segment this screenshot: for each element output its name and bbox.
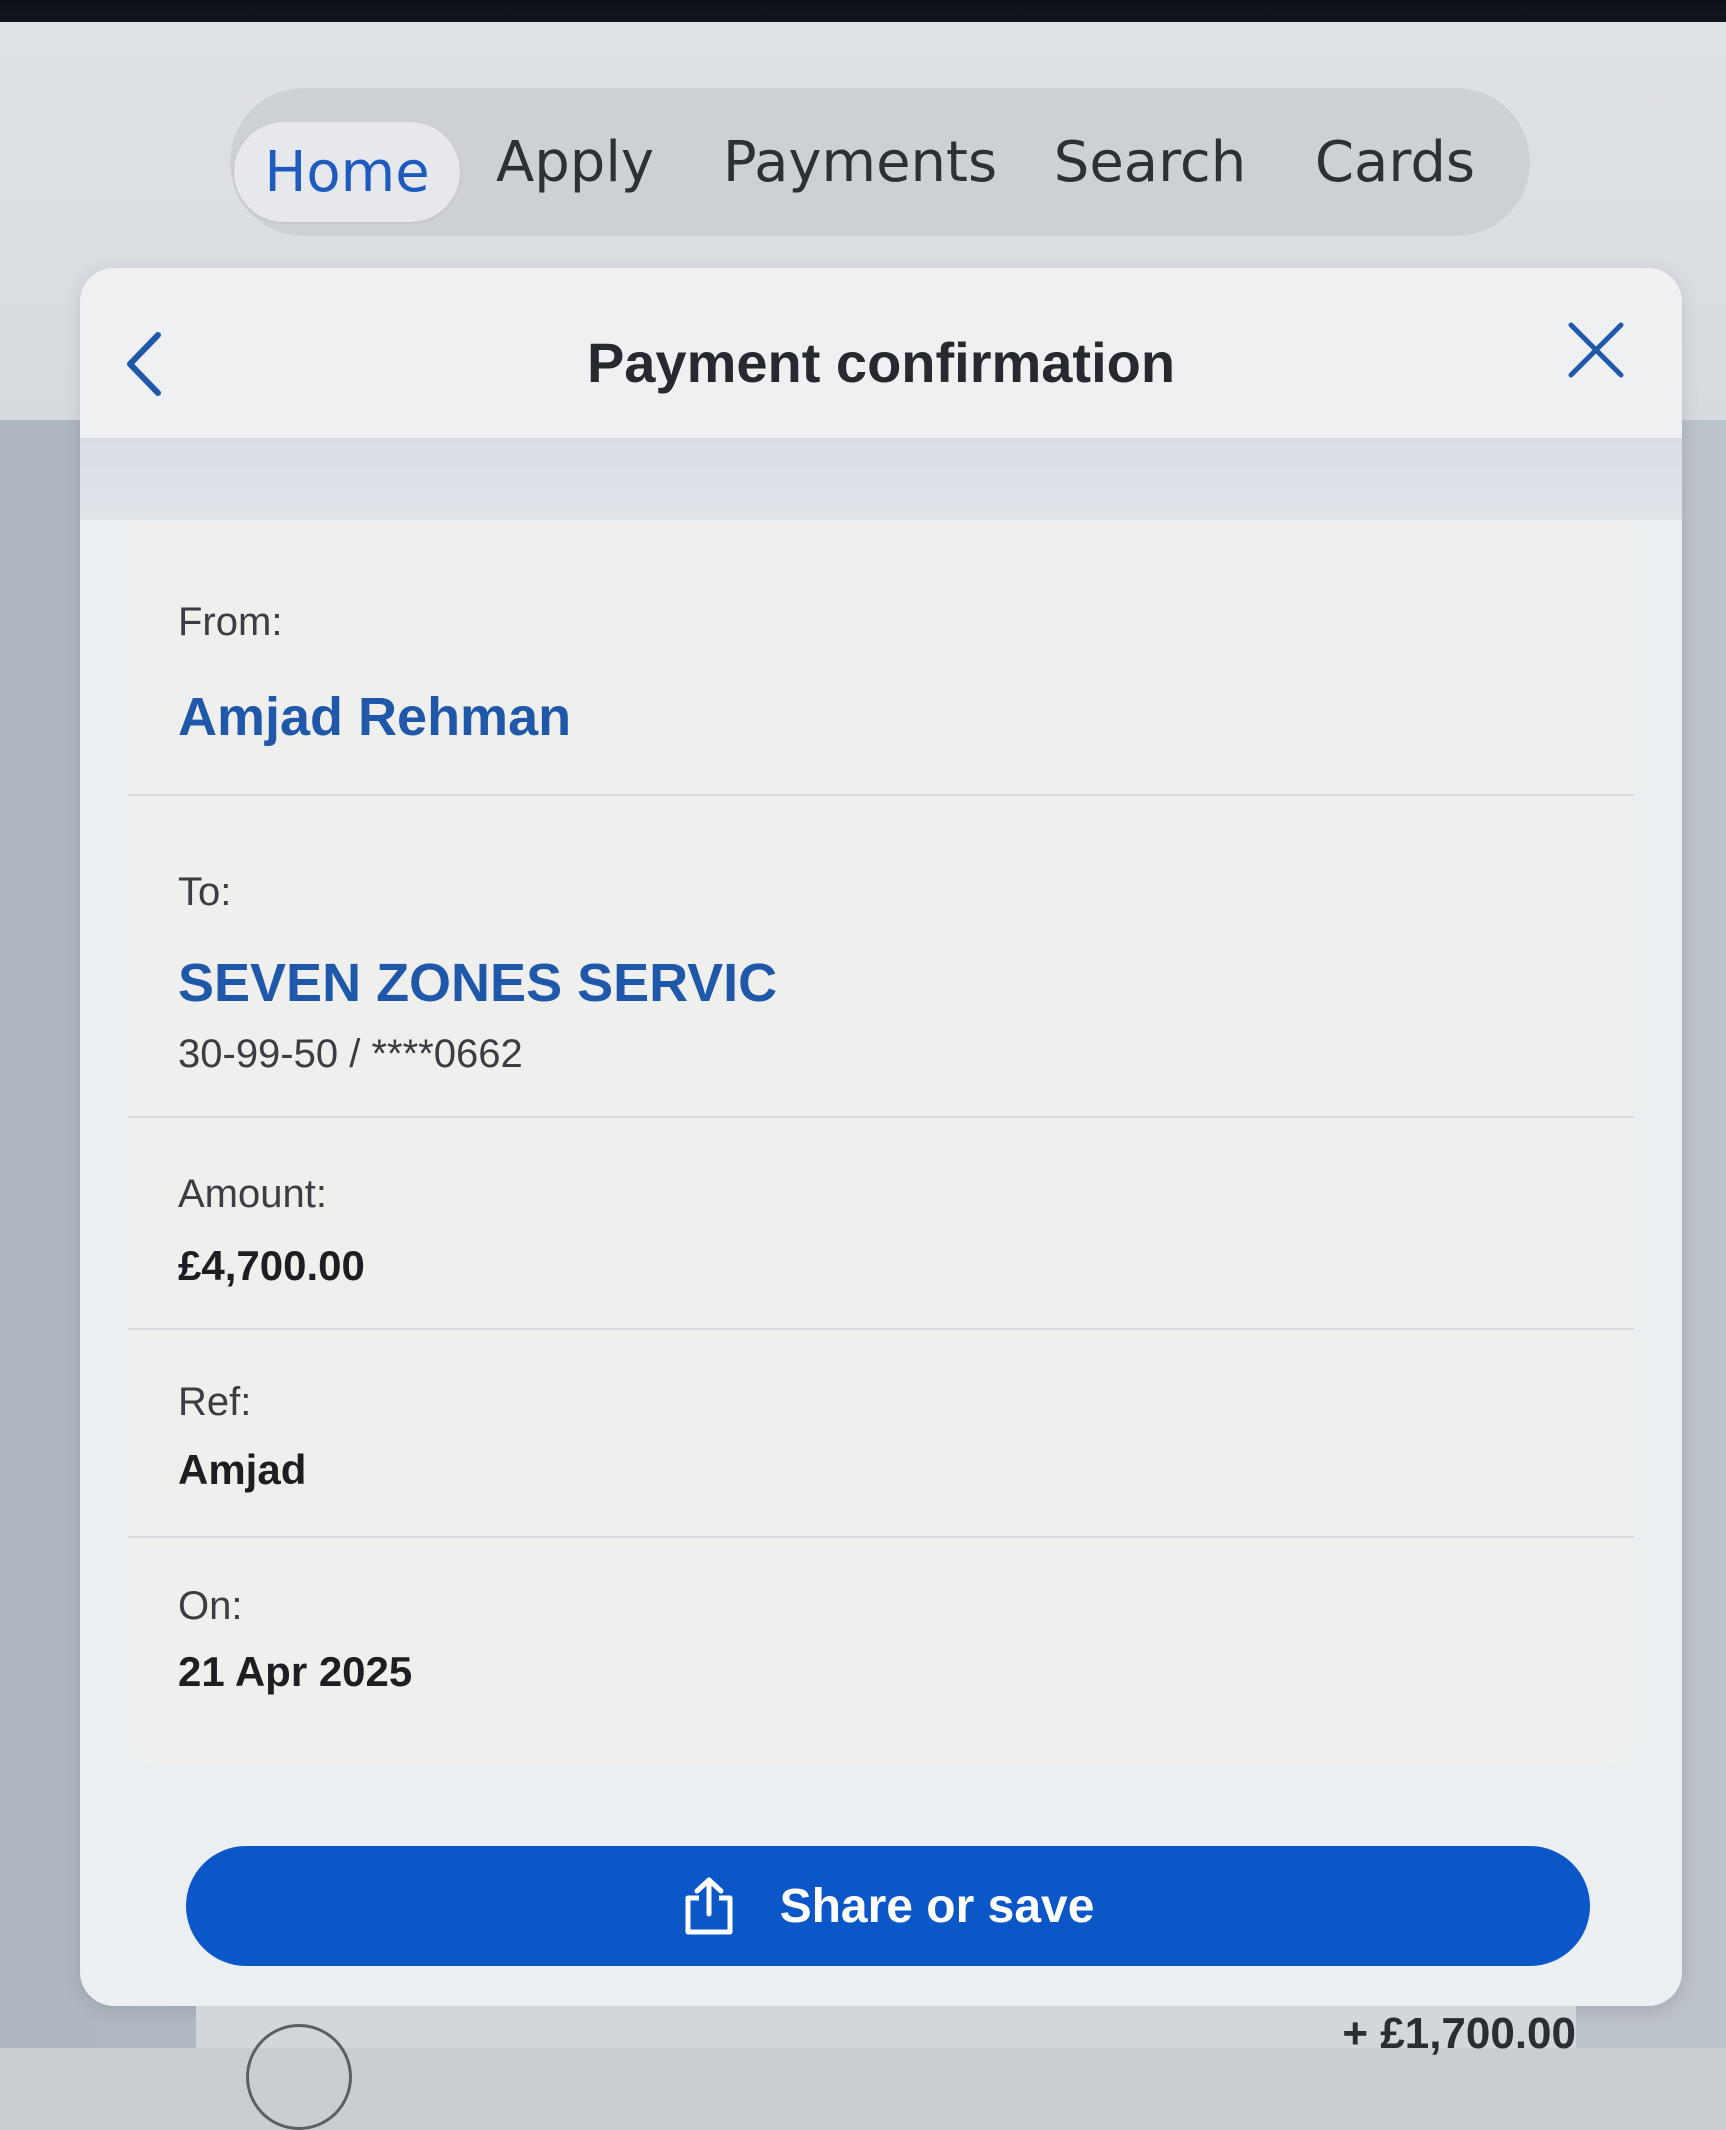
to-row: To: SEVEN ZONES SERVIC 30-99-50 / ****06… bbox=[128, 794, 1634, 1118]
payment-confirmation-modal: Payment confirmation From: Amjad Rehman … bbox=[80, 268, 1682, 2006]
close-icon bbox=[1567, 321, 1625, 384]
amount-row: Amount: £4,700.00 bbox=[128, 1116, 1634, 1330]
on-value: 21 Apr 2025 bbox=[178, 1648, 413, 1695]
tab-payments[interactable]: Payments bbox=[720, 88, 1000, 236]
share-label: Share or save bbox=[779, 1879, 1095, 1933]
from-row: From: Amjad Rehman bbox=[128, 522, 1634, 796]
on-label: On: bbox=[178, 1584, 243, 1628]
from-name: Amjad Rehman bbox=[178, 687, 572, 747]
to-label: To: bbox=[178, 870, 232, 914]
header-band bbox=[80, 440, 1682, 520]
close-button[interactable] bbox=[1556, 312, 1636, 392]
background-transaction-peek: + £1,700.00 bbox=[196, 2006, 1576, 2130]
tab-apply[interactable]: Apply bbox=[470, 88, 680, 236]
tab-home[interactable]: Home bbox=[234, 122, 460, 222]
modal-header: Payment confirmation bbox=[80, 268, 1682, 440]
to-account: 30-99-50 / ****0662 bbox=[178, 1032, 523, 1076]
ref-label: Ref: bbox=[178, 1380, 252, 1424]
payment-details: From: Amjad Rehman To: SEVEN ZONES SERVI… bbox=[128, 522, 1634, 1766]
avatar bbox=[246, 2024, 352, 2130]
to-name: SEVEN ZONES SERVIC bbox=[178, 953, 778, 1013]
tab-search[interactable]: Search bbox=[1030, 88, 1270, 236]
on-row: On: 21 Apr 2025 bbox=[128, 1536, 1634, 1766]
peek-amount: + £1,700.00 bbox=[1342, 2009, 1576, 2058]
modal-title: Payment confirmation bbox=[586, 331, 1176, 394]
from-label: From: bbox=[178, 600, 283, 644]
tab-cards[interactable]: Cards bbox=[1280, 88, 1510, 236]
ref-value: Amjad bbox=[178, 1446, 307, 1493]
amount-value: £4,700.00 bbox=[178, 1242, 365, 1289]
ref-row: Ref: Amjad bbox=[128, 1328, 1634, 1538]
share-icon bbox=[682, 1876, 736, 1936]
share-or-save-button[interactable]: Share or save bbox=[186, 1846, 1590, 1966]
main-nav: Home Apply Payments Search Cards bbox=[230, 88, 1530, 236]
amount-label: Amount: bbox=[178, 1172, 327, 1216]
